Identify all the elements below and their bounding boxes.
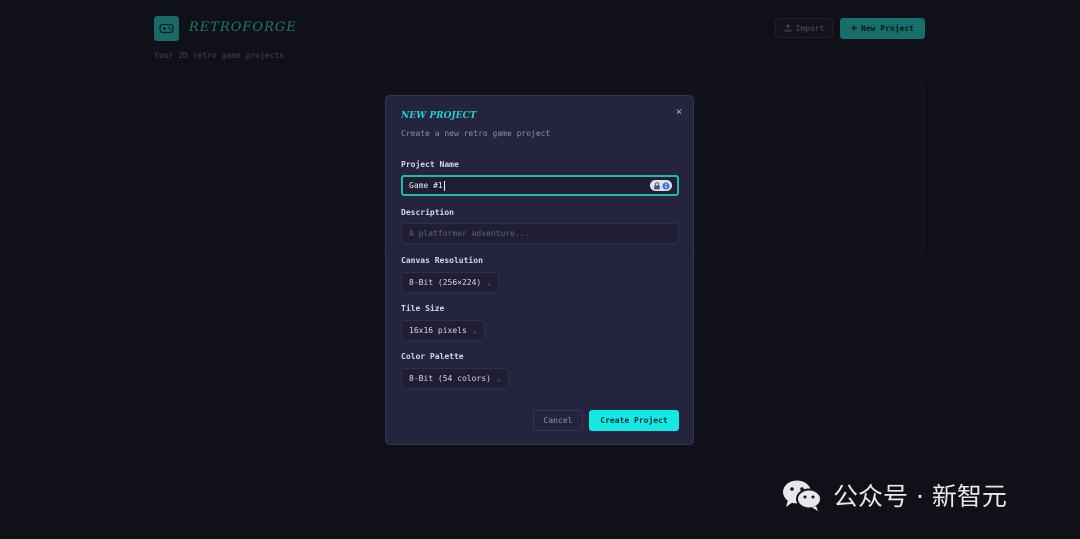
create-project-button[interactable]: Create Project — [589, 410, 679, 431]
close-icon[interactable]: × — [672, 105, 686, 119]
project-name-input[interactable]: Game #1 — [401, 175, 679, 196]
tile-size-select[interactable]: 16x16 pixels ⌄ — [401, 320, 486, 341]
chevron-down-icon: ⌄ — [487, 278, 492, 287]
app-root: RETROFORGE Your 2D retro game projects I… — [0, 0, 1080, 539]
dialog-description: Create a new retro game project — [401, 129, 551, 138]
canvas-resolution-select[interactable]: 8-Bit (256×224) ⌄ — [401, 272, 500, 293]
watermark: 公众号 · 新智元 — [781, 477, 1007, 513]
color-palette-select[interactable]: 8-Bit (54 colors) ⌄ — [401, 368, 510, 389]
text-caret — [443, 180, 445, 191]
chevron-down-icon: ⌄ — [472, 326, 478, 335]
info-icon — [661, 181, 670, 190]
dialog-title: NEW PROJECT — [401, 111, 477, 121]
canvas-resolution-label: Canvas Resolution — [401, 256, 483, 265]
description-input[interactable]: A platformer adventure... — [401, 223, 679, 244]
tile-size-label: Tile Size — [401, 304, 445, 313]
description-label: Description — [401, 208, 454, 217]
cancel-button[interactable]: Cancel — [533, 410, 583, 431]
canvas-resolution-value: 8-Bit (256×224) — [409, 278, 482, 287]
project-name-label: Project Name — [401, 160, 459, 169]
wechat-icon — [783, 480, 822, 511]
watermark-text: 公众号 · 新智元 — [833, 482, 1007, 511]
tile-size-value: 16x16 pixels — [409, 326, 467, 335]
project-name-value: Game #1 — [409, 181, 443, 190]
new-project-dialog: NEW PROJECT Create a new retro game proj… — [385, 95, 694, 445]
lock-icon — [653, 181, 660, 189]
password-manager-icon[interactable] — [650, 180, 672, 191]
chevron-down-icon: ⌄ — [496, 374, 502, 383]
color-palette-label: Color Palette — [401, 352, 464, 361]
description-placeholder: A platformer adventure... — [409, 229, 530, 238]
color-palette-value: 8-Bit (54 colors) — [409, 374, 491, 383]
